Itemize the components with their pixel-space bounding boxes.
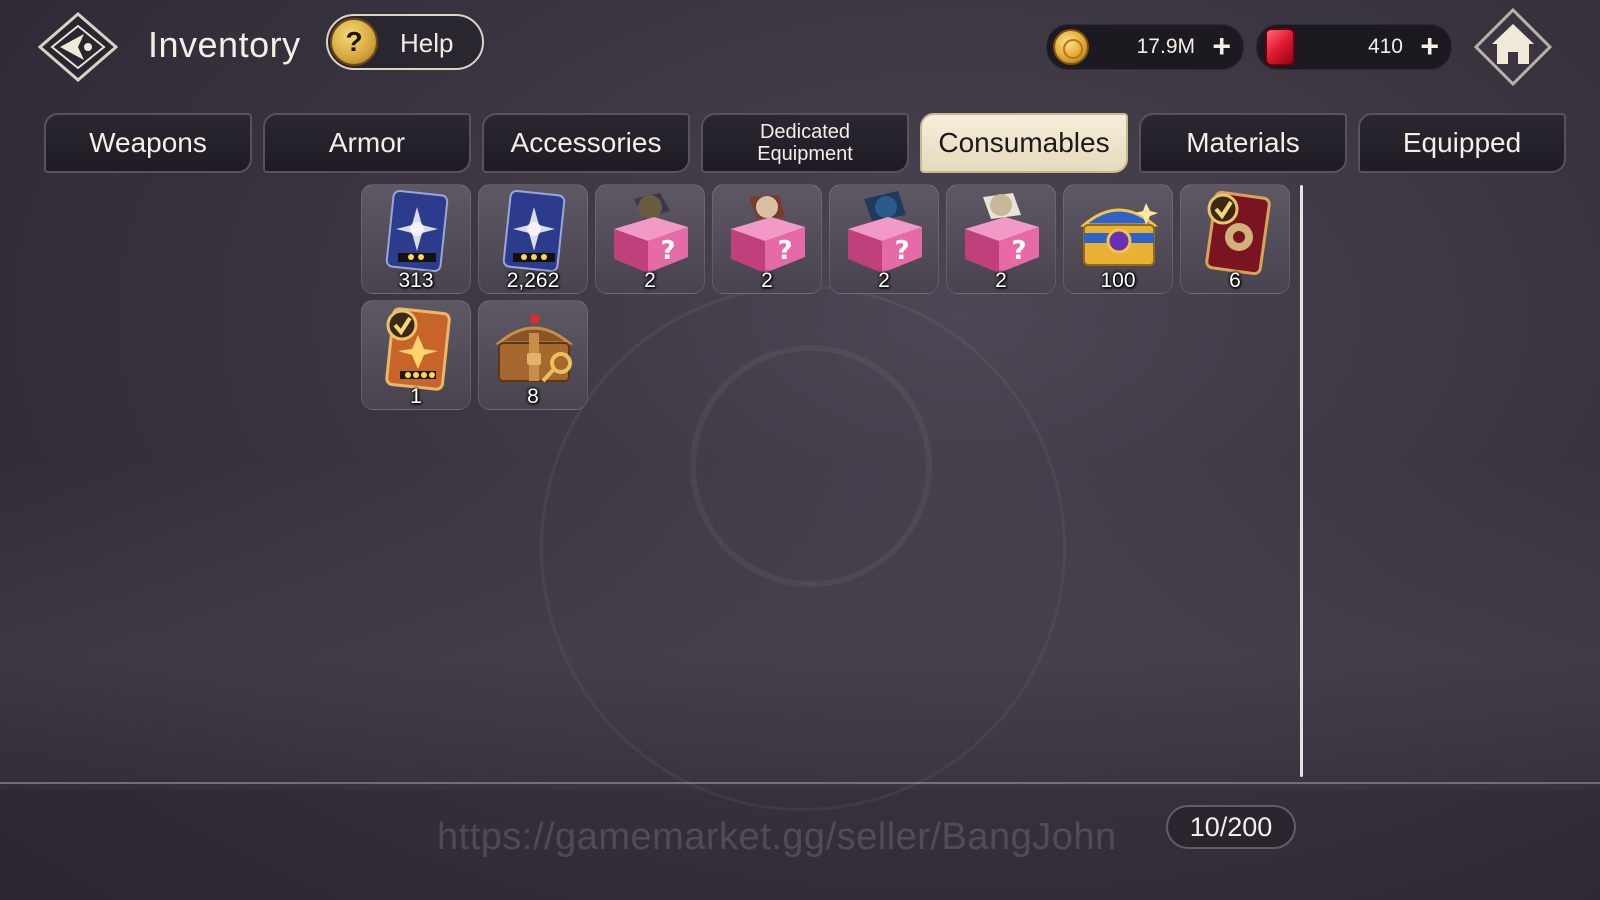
red-gem-icon [1265, 28, 1295, 66]
inventory-item-slot[interactable]: ? 2 [946, 184, 1056, 294]
tab-weapons[interactable]: Weapons [44, 113, 252, 173]
svg-text:?: ? [660, 236, 675, 266]
blue-card-3star-icon [502, 189, 566, 273]
item-count: 2 [878, 269, 890, 292]
help-label: Help [400, 28, 454, 58]
red-selection-card-icon [1205, 190, 1271, 275]
back-arrow-icon [37, 12, 119, 82]
home-icon [1473, 7, 1553, 87]
item-count: 2 [644, 269, 656, 292]
page-title: Inventory [148, 24, 301, 65]
mystery-box-blue-icon: ? [848, 191, 922, 273]
help-button[interactable]: ? Help [326, 14, 484, 70]
svg-text:?: ? [894, 236, 909, 266]
add-gold-button[interactable]: + [1212, 28, 1231, 64]
item-count: 1 [410, 385, 422, 408]
gem-amount: 410 [1367, 35, 1403, 58]
inventory-item-slot[interactable]: 2,262 [478, 184, 588, 294]
tab-accessories[interactable]: Accessories [482, 113, 690, 173]
category-tabs: Weapons Armor Accessories Dedicated Equi… [44, 113, 1568, 175]
gold-amount: 17.9M [1136, 35, 1195, 58]
tab-equipped[interactable]: Equipped [1358, 113, 1566, 173]
mystery-box-dark-icon: ? [614, 193, 688, 273]
home-button[interactable] [1473, 7, 1553, 87]
item-count: 2 [995, 269, 1007, 292]
item-count: 313 [398, 269, 434, 292]
item-count: 6 [1229, 269, 1241, 292]
tab-armor[interactable]: Armor [263, 113, 471, 173]
tab-materials[interactable]: Materials [1139, 113, 1347, 173]
inventory-item-slot[interactable]: 8 [478, 300, 588, 410]
blue-card-2star-icon [385, 189, 449, 273]
inventory-item-slot[interactable]: ? 2 [595, 184, 705, 294]
inventory-item-slot[interactable]: 6 [1180, 184, 1290, 294]
inventory-item-slot[interactable]: ? 2 [829, 184, 939, 294]
watermark-url: https://gamemarket.gg/seller/BangJohn [437, 816, 1117, 858]
gold-blue-chest-icon [1079, 203, 1159, 266]
scrollbar[interactable] [1300, 185, 1303, 777]
add-gems-button[interactable]: + [1420, 28, 1439, 64]
wooden-key-chest-icon [494, 314, 574, 383]
inventory-item-slot[interactable]: 1 [361, 300, 471, 410]
tab-dedicated-equipment[interactable]: Dedicated Equipment [701, 113, 909, 173]
item-count: 2 [761, 269, 773, 292]
tab-consumables[interactable]: Consumables [920, 113, 1128, 173]
gold-currency-bar: 17.9M + [1046, 24, 1244, 70]
gem-currency-bar: 410 + [1256, 24, 1452, 70]
orange-selection-card-icon [385, 307, 451, 391]
inventory-item-slot[interactable]: 313 [361, 184, 471, 294]
inventory-item-slot[interactable]: ? 2 [712, 184, 822, 294]
item-count: 100 [1100, 269, 1136, 292]
inventory-grid: 313 2,262 ? 2 ? 2 ? 2 ? 2 100 6 1 8 [356, 182, 1304, 776]
question-mark-icon: ? [330, 18, 378, 66]
inventory-item-slot[interactable]: 100 [1063, 184, 1173, 294]
gold-coin-icon [1053, 29, 1089, 65]
inventory-capacity-counter: 10/200 [1166, 805, 1296, 849]
svg-text:?: ? [1011, 236, 1026, 266]
item-count: 2,262 [506, 269, 560, 292]
back-button[interactable] [37, 12, 119, 82]
svg-text:?: ? [777, 236, 792, 266]
footer-divider [0, 782, 1600, 784]
item-count: 8 [527, 385, 539, 408]
mystery-box-red-icon: ? [731, 195, 805, 273]
mystery-box-white-icon: ? [965, 193, 1039, 273]
